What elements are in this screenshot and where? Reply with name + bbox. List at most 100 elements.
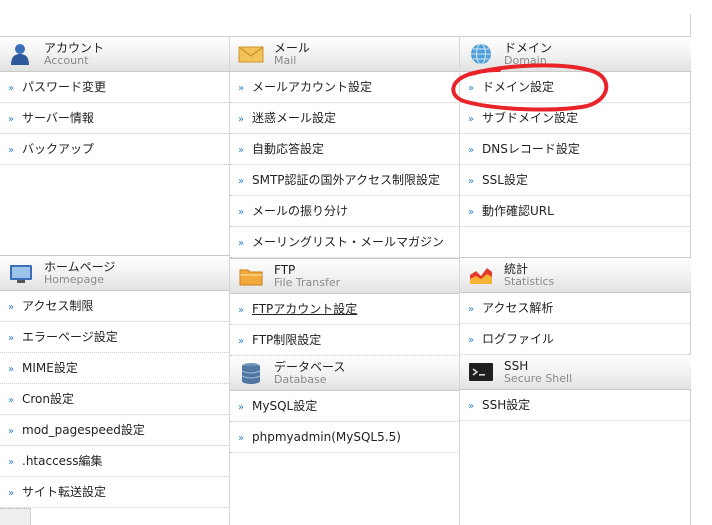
section-statistics: 統計 Statistics アクセス解析 ログファイル (460, 257, 691, 355)
monitor-icon (8, 261, 34, 285)
globe-icon (468, 42, 494, 66)
arrow-icon (238, 296, 252, 326)
control-panel-grid: アカウント Account パスワード変更 サーバー情報 バックアップ ホームペ… (0, 36, 691, 525)
menu-item-log-file[interactable]: ログファイル (460, 324, 691, 355)
menu-item-error-page[interactable]: エラーページ設定 (0, 322, 229, 353)
arrow-icon (238, 167, 252, 197)
section-subtitle: Mail (274, 54, 297, 67)
arrow-icon (8, 324, 22, 354)
arrow-icon (468, 326, 482, 356)
menu-item-phpmyadmin[interactable]: phpmyadmin(MySQL5.5) (230, 422, 460, 453)
menu-item-server-info[interactable]: サーバー情報 (0, 103, 229, 134)
menu-item-mysql[interactable]: MySQL設定 (230, 391, 460, 422)
database-icon (238, 361, 264, 385)
menu-item-htaccess[interactable]: .htaccess編集 (0, 446, 229, 477)
section-subtitle: Secure Shell (504, 372, 573, 385)
section-title: FTP (274, 263, 296, 277)
section-database: データベース Database MySQL設定 phpmyadmin(MySQL… (230, 356, 460, 453)
arrow-icon (8, 136, 22, 166)
menu-item-password-change[interactable]: パスワード変更 (0, 72, 229, 103)
arrow-icon (8, 386, 22, 416)
section-header-statistics: 統計 Statistics (460, 257, 691, 293)
arrow-icon (8, 293, 22, 323)
arrow-icon (8, 355, 22, 385)
arrow-icon (8, 417, 22, 447)
menu-item-mail-account[interactable]: メールアカウント設定 (230, 72, 460, 103)
menu-item-smtp-restriction[interactable]: SMTP認証の国外アクセス制限設定 (230, 165, 460, 196)
arrow-icon (238, 105, 252, 135)
arrow-icon (468, 136, 482, 166)
section-domain: ドメイン Domain ドメイン設定 サブドメイン設定 DNSレコード設定 SS… (460, 37, 691, 257)
section-header-homepage: ホームページ Homepage (0, 255, 229, 291)
arrow-icon (468, 295, 482, 325)
menu-item-dns-record[interactable]: DNSレコード設定 (460, 134, 691, 165)
menu-item-ftp-restriction[interactable]: FTP制限設定 (230, 325, 460, 356)
arrow-icon (468, 392, 482, 422)
menu-item-site-redirect[interactable]: サイト転送設定 (0, 477, 229, 508)
user-icon (8, 42, 34, 66)
menu-item-mail-filter[interactable]: メールの振り分け (230, 196, 460, 227)
chart-icon (468, 263, 494, 287)
section-subtitle: Account (44, 54, 89, 67)
section-subtitle: Homepage (44, 273, 104, 286)
section-ssh: SSH Secure Shell SSH設定 (460, 355, 691, 421)
column-left: アカウント Account パスワード変更 サーバー情報 バックアップ ホームペ… (0, 37, 229, 525)
section-title: 統計 (504, 262, 529, 276)
section-title: メール (274, 41, 311, 55)
menu-item-mime[interactable]: MIME設定 (0, 353, 229, 384)
arrow-icon (238, 198, 252, 228)
arrow-icon (238, 229, 252, 259)
menu-item-spam[interactable]: 迷惑メール設定 (230, 103, 460, 134)
section-subtitle: Statistics (504, 275, 555, 288)
terminal-icon (468, 360, 494, 384)
section-homepage: ホームページ Homepage アクセス制限 エラーページ設定 MIME設定 C… (0, 255, 229, 508)
folder-icon (238, 264, 264, 288)
menu-item-access-analytics[interactable]: アクセス解析 (460, 293, 691, 324)
arrow-icon (238, 393, 252, 423)
arrow-icon (468, 74, 482, 104)
section-subtitle: Database (274, 373, 327, 386)
column-middle: メール Mail メールアカウント設定 迷惑メール設定 自動応答設定 SMTP認… (229, 37, 460, 525)
section-subtitle: File Transfer (274, 276, 341, 289)
arrow-icon (8, 105, 22, 135)
menu-item-mailing-list[interactable]: メーリングリスト・メールマガジン (230, 227, 460, 258)
menu-item-ssh-settings[interactable]: SSH設定 (460, 390, 691, 421)
menu-item-cron[interactable]: Cron設定 (0, 384, 229, 415)
arrow-icon (468, 105, 482, 135)
arrow-icon (8, 479, 22, 509)
arrow-icon (238, 136, 252, 166)
menu-item-access-restriction[interactable]: アクセス制限 (0, 291, 229, 322)
section-header-domain: ドメイン Domain (460, 37, 691, 72)
menu-item-subdomain[interactable]: サブドメイン設定 (460, 103, 691, 134)
empty-space (0, 165, 229, 255)
section-subtitle: Domain (504, 54, 547, 67)
section-header-mail: メール Mail (230, 37, 460, 72)
section-title: ホームページ (44, 260, 116, 274)
arrow-icon (468, 167, 482, 197)
arrow-icon (8, 448, 22, 478)
top-divider (690, 14, 691, 36)
menu-item-backup[interactable]: バックアップ (0, 134, 229, 165)
menu-item-ftp-account[interactable]: FTPアカウント設定 (230, 294, 460, 325)
menu-item-autoreply[interactable]: 自動応答設定 (230, 134, 460, 165)
section-header-ssh: SSH Secure Shell (460, 355, 691, 390)
menu-item-verify-url[interactable]: 動作確認URL (460, 196, 691, 227)
menu-item-domain-settings[interactable]: ドメイン設定 (460, 72, 691, 103)
envelope-icon (238, 42, 264, 66)
arrow-icon (468, 198, 482, 228)
section-title: SSH (504, 359, 529, 373)
arrow-icon (238, 424, 252, 454)
corner-widget (0, 508, 31, 525)
section-header-database: データベース Database (230, 356, 460, 391)
section-title: データベース (274, 360, 346, 374)
menu-item-mod-pagespeed[interactable]: mod_pagespeed設定 (0, 415, 229, 446)
column-right: ドメイン Domain ドメイン設定 サブドメイン設定 DNSレコード設定 SS… (459, 37, 691, 525)
menu-item-ssl[interactable]: SSL設定 (460, 165, 691, 196)
empty-space (460, 227, 691, 257)
section-title: ドメイン (504, 41, 553, 55)
section-title: アカウント (44, 41, 105, 55)
section-ftp: FTP File Transfer FTPアカウント設定 FTP制限設定 (230, 258, 460, 356)
arrow-icon (238, 74, 252, 104)
section-header-ftp: FTP File Transfer (230, 258, 460, 294)
section-header-account: アカウント Account (0, 37, 229, 72)
